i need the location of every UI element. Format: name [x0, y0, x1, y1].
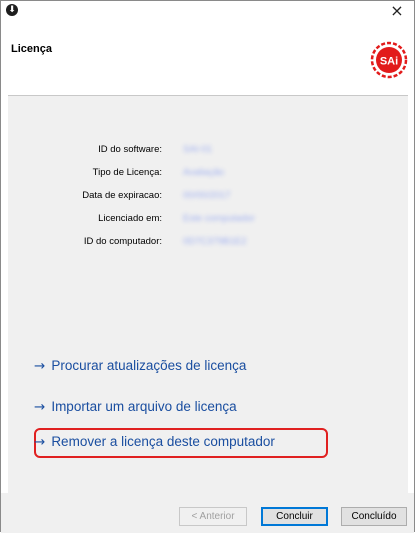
info-value: SAI-01	[183, 144, 213, 155]
arrow-right-icon: →	[34, 399, 46, 415]
info-row-license-type: Tipo de Licença: Avaliação	[8, 167, 408, 181]
info-label: Licenciado em:	[98, 213, 162, 224]
info-row-licensed-on: Licenciado em: Este computador	[8, 213, 408, 227]
link-label: Procurar atualizações de licença	[51, 358, 247, 373]
import-license-file-link[interactable]: → Importar um arquivo de licença	[34, 399, 237, 415]
info-value: Este computador	[183, 213, 255, 224]
info-label: ID do computador:	[83, 236, 162, 247]
info-value: 00/00/2017	[183, 190, 231, 201]
info-value: 0D7C379B1E2	[183, 236, 247, 247]
remove-license-link[interactable]: → Remover a licença deste computador	[34, 434, 275, 450]
arrow-right-icon: →	[34, 358, 46, 374]
link-label: Remover a licença deste computador	[51, 434, 275, 449]
logo-text: SAi	[380, 56, 398, 68]
license-dialog: ⬇ × Licença SAi ID do software: SAI-01 T…	[0, 0, 415, 533]
info-label: Tipo de Licença:	[92, 167, 162, 178]
info-row-software-id: ID do software: SAI-01	[8, 144, 408, 158]
info-label: ID do software:	[98, 144, 162, 155]
info-value: Avaliação	[183, 167, 225, 178]
close-button[interactable]: ×	[384, 1, 410, 23]
info-row-expiration-date: Data de expiracao: 00/00/2017	[8, 190, 408, 204]
content-area: ID do software: SAI-01 Tipo de Licença: …	[8, 95, 408, 494]
finish-button[interactable]: Concluir	[261, 507, 328, 526]
info-label: Data de expiracao:	[82, 190, 162, 201]
arrow-right-icon: →	[34, 434, 46, 450]
back-button[interactable]: < Anterior	[179, 507, 247, 526]
title-bar: ⬇ ×	[1, 1, 414, 25]
page-title: Licença	[11, 43, 52, 55]
info-row-computer-id: ID do computador: 0D7C379B1E2	[8, 236, 408, 250]
link-label: Importar um arquivo de licença	[51, 399, 237, 414]
sai-logo: SAi	[370, 41, 408, 79]
dialog-header: Licença SAi	[1, 25, 414, 95]
download-icon: ⬇	[6, 4, 18, 16]
button-bar: < Anterior Concluir Concluído	[1, 493, 414, 533]
search-license-updates-link[interactable]: → Procurar atualizações de licença	[34, 358, 246, 374]
done-button[interactable]: Concluído	[341, 507, 407, 526]
